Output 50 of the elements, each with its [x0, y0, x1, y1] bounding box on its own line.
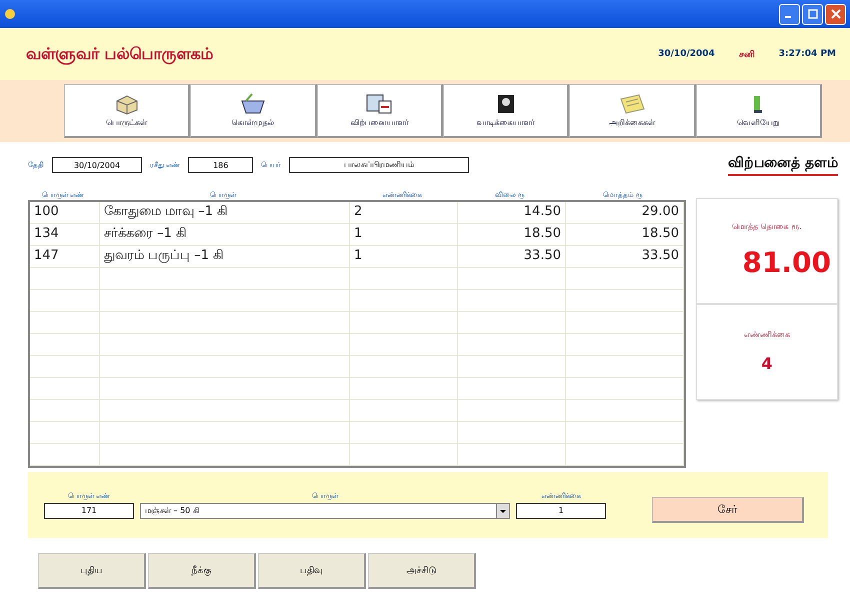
table-cell: 134: [30, 224, 100, 245]
toolbar-button[interactable]: பொருட்கள்: [64, 84, 190, 138]
total-amount: 81.00: [742, 246, 832, 280]
close-icon: [830, 9, 840, 19]
table-cell: 18.50: [566, 224, 684, 245]
day-text: சனி: [738, 48, 755, 60]
app-icon: [4, 8, 16, 20]
table-cell: துவரம் பருப்பு –1 கி: [100, 246, 350, 267]
time-text: 3:27:04 PM: [778, 49, 836, 59]
toolbar-button[interactable]: கொள்முதல்: [190, 84, 317, 138]
box-icon: [114, 93, 140, 115]
table-cell: 33.50: [566, 246, 684, 267]
table-cell: கோதுமை மாவு –1 கி: [100, 202, 350, 223]
action-button[interactable]: நீக்கு: [148, 553, 256, 589]
minimize-icon: [785, 16, 791, 18]
name-field[interactable]: பாலசுப்பிரமணியம்: [289, 157, 470, 173]
add-button[interactable]: சேர்: [652, 497, 804, 523]
toolbar-button[interactable]: வாடிக்கையாளர்: [442, 84, 570, 138]
store-title: வள்ளுவர் பல்பொருளகம்: [26, 44, 214, 64]
date-field[interactable]: 30/10/2004: [52, 157, 142, 173]
toolbar-button[interactable]: அறிக்கைகள்: [569, 84, 696, 138]
toolbar-button[interactable]: வெளியேறு: [696, 84, 822, 138]
action-button[interactable]: பதிவு: [258, 553, 366, 589]
table-cell: 2: [350, 202, 458, 223]
minimize-button[interactable]: [779, 4, 800, 24]
quantity-field[interactable]: 1: [516, 502, 606, 518]
total-label: மொத்த தொகை ரூ.: [732, 222, 802, 232]
maximize-icon: [808, 9, 818, 19]
page-heading: விற்பனைத் தளம்: [728, 154, 838, 176]
table-cell: சர்க்கரை –1 கி: [100, 224, 350, 245]
table-cell: 1: [350, 224, 458, 245]
count-value: 4: [761, 354, 773, 374]
monitor-icon: [365, 93, 394, 115]
receipt-number-field[interactable]: 186: [188, 157, 254, 173]
action-button[interactable]: அச்சிடு: [368, 553, 476, 589]
date-text: 30/10/2004: [658, 49, 715, 59]
item-dropdown[interactable]: மஞ்சள் – 50 கி: [140, 502, 510, 518]
table-cell: 1: [350, 246, 458, 267]
table-cell: 100: [30, 202, 100, 223]
toolbar-button[interactable]: விற்பனையாளர்: [316, 84, 443, 138]
close-button[interactable]: [825, 4, 846, 24]
maximize-button[interactable]: [802, 4, 823, 24]
table-cell: 18.50: [458, 224, 566, 245]
count-label: எண்ணிக்கை: [744, 330, 790, 340]
table-cell: 14.50: [458, 202, 566, 223]
table-cell: 33.50: [458, 246, 566, 267]
action-button[interactable]: புதிய: [38, 553, 146, 589]
table-cell: 29.00: [566, 202, 684, 223]
code-field[interactable]: 171: [44, 502, 134, 518]
table-cell: 147: [30, 246, 100, 267]
